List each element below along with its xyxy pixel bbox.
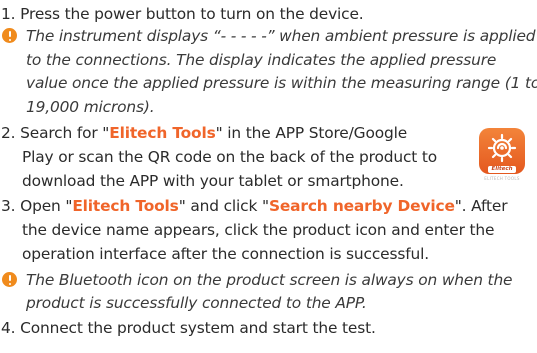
note-1-line-2: to the connections. The display indicate… — [26, 51, 497, 69]
note-2-line-2: product is successfully connected to the… — [26, 294, 367, 312]
step-3-line-1: 3. Open "Elitech Tools" and click "Searc… — [1, 196, 508, 216]
step-3-line-2: the device name appears, click the produ… — [22, 221, 495, 239]
note-1-line-1: The instrument displays “- - - - -” when… — [26, 27, 536, 45]
step-3-text-e: ". After — [454, 197, 508, 215]
step-1: 1. Press the power button to turn on the… — [1, 5, 364, 23]
step-3-text-a: 3. Open " — [1, 197, 73, 215]
step-2-line-1: 2. Search for "Elitech Tools" in the APP… — [1, 123, 407, 143]
elitech-tools-app-icon: Elitech ELITECH TOOLS — [475, 128, 529, 186]
step-4: 4. Connect the product system and start … — [1, 319, 376, 337]
step-2-text-c: " in the APP Store/Google — [215, 124, 408, 142]
step-2-text-a: 2. Search for " — [1, 124, 110, 142]
note-1-line-3: value once the applied pressure is withi… — [26, 74, 537, 92]
step-3-text-c: " and click " — [178, 197, 269, 215]
instruction-document: 1. Press the power button to turn on the… — [0, 0, 537, 353]
step-2-line-3: download the APP with your tablet or sma… — [22, 172, 404, 190]
info-icon — [2, 272, 17, 287]
app-name-highlight: Elitech Tools — [109, 124, 216, 142]
info-icon — [2, 28, 17, 43]
note-1-line-4: 19,000 microns). — [26, 98, 155, 116]
app-logo-text: Elitech — [488, 166, 516, 173]
step-2-line-2: Play or scan the QR code on the back of … — [22, 148, 438, 166]
app-caption: ELITECH TOOLS — [484, 176, 520, 181]
note-2-line-1: The Bluetooth icon on the product screen… — [26, 271, 513, 289]
app-name-highlight: Elitech Tools — [72, 197, 179, 215]
search-device-highlight: Search nearby Device — [268, 197, 455, 215]
step-3-line-3: operation interface after the connection… — [22, 245, 429, 263]
